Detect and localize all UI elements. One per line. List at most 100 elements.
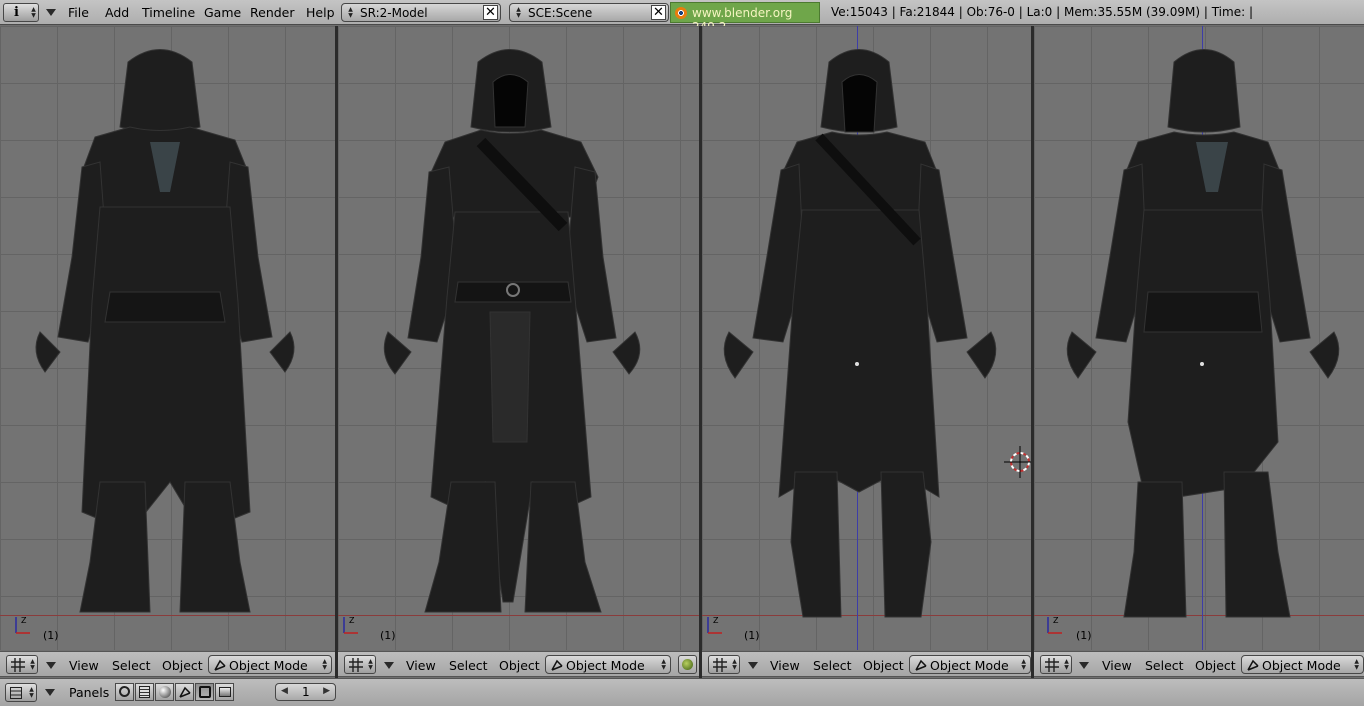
panels-menu[interactable]: Panels (69, 685, 109, 700)
up-down-arrows-icon: ▲ ▼ (732, 658, 737, 671)
context-editing-button[interactable] (195, 683, 214, 701)
svg-text:Z: Z (21, 616, 27, 625)
axis-gizmo: Z (15, 616, 30, 634)
collapse-menu-icon[interactable] (46, 9, 56, 16)
layers-button[interactable] (678, 655, 697, 674)
editor-type-button[interactable]: ▲ ▼ (5, 683, 37, 702)
viewport-1-header: ▲ ▼ View Select Object Object Mode ▲ ▼ (0, 651, 335, 677)
editor-type-button[interactable]: ▲ ▼ (344, 655, 376, 674)
viewport-3[interactable]: Z (1) (702, 26, 1031, 650)
up-down-arrows-icon: ▲ ▼ (661, 658, 666, 671)
context-object-button[interactable] (175, 683, 194, 701)
menu-select[interactable]: Select (1145, 658, 1184, 673)
character-model-female-front[interactable] (707, 42, 1017, 622)
mode-label[interactable]: Object Mode (566, 658, 645, 673)
axis-gizmo: Z (707, 616, 722, 634)
editor-type-button[interactable]: ▲ ▼ (1040, 655, 1072, 674)
up-down-arrows-icon: ▲ ▼ (29, 686, 34, 699)
editor-type-button[interactable]: i ▲ ▼ (3, 3, 39, 22)
object-mode-icon (915, 659, 927, 671)
context-shading-button[interactable] (155, 683, 174, 701)
context-logic-button[interactable] (115, 683, 134, 701)
logic-icon (119, 686, 130, 697)
menu-view[interactable]: View (406, 658, 436, 673)
character-model-female-back[interactable] (1046, 42, 1356, 622)
scene-stats: Ve:15043 | Fa:21844 | Ob:76-0 | La:0 | M… (831, 5, 1253, 19)
collapse-menu-icon[interactable] (748, 662, 758, 669)
menu-object[interactable]: Object (1195, 658, 1236, 673)
scene-browse-icon[interactable]: ▲ ▼ (515, 7, 522, 19)
menu-game[interactable]: Game (204, 5, 241, 20)
3d-cursor-icon[interactable] (1004, 446, 1031, 478)
frame-decrement-icon[interactable]: ◀ (281, 686, 288, 696)
viewport-4-header: ▲ ▼ View Select Object Object Mode ▲ ▼ (1034, 651, 1364, 677)
scene-delete-icon[interactable]: ✕ (651, 5, 666, 20)
3d-view-icon (11, 658, 25, 672)
object-mode-icon (551, 659, 563, 671)
collapse-menu-icon[interactable] (45, 689, 55, 696)
menu-render[interactable]: Render (250, 5, 295, 20)
context-script-button[interactable] (135, 683, 154, 701)
editor-type-button[interactable]: ▲ ▼ (6, 655, 38, 674)
menu-object[interactable]: Object (499, 658, 540, 673)
menu-select[interactable]: Select (449, 658, 488, 673)
shading-icon (159, 686, 171, 698)
viewport-1[interactable]: Z (1) (0, 26, 335, 650)
mode-selector[interactable]: Object Mode ▲ ▼ (909, 655, 1031, 674)
up-down-arrows-icon: ▲ ▼ (1354, 658, 1359, 671)
context-scene-button[interactable] (215, 683, 234, 701)
frame-increment-icon[interactable]: ▶ (323, 686, 330, 696)
menu-add[interactable]: Add (105, 5, 129, 20)
object-origin (855, 362, 859, 366)
object-mode-icon (1247, 659, 1259, 671)
menu-object[interactable]: Object (162, 658, 203, 673)
mode-selector[interactable]: Object Mode ▲ ▼ (208, 655, 332, 674)
viewport-4[interactable]: Z (1) (1034, 26, 1364, 650)
screen-delete-icon[interactable]: ✕ (483, 5, 498, 20)
menu-select[interactable]: Select (112, 658, 151, 673)
scene-selector[interactable]: ▲ ▼ SCE:Scene ✕ (509, 3, 669, 22)
mode-label[interactable]: Object Mode (1262, 658, 1341, 673)
mode-selector[interactable]: Object Mode ▲ ▼ (545, 655, 671, 674)
shading-sphere-icon (682, 659, 693, 670)
current-frame-value[interactable]: 1 (302, 685, 310, 699)
current-frame-field[interactable]: ◀ 1 ▶ (275, 683, 336, 701)
frame-indicator: (1) (43, 629, 59, 642)
character-model-back[interactable] (10, 42, 320, 622)
menu-view[interactable]: View (69, 658, 99, 673)
menu-view[interactable]: View (1102, 658, 1132, 673)
up-down-arrows-icon: ▲ ▼ (322, 658, 327, 671)
svg-text:Z: Z (1053, 616, 1059, 625)
editor-type-button[interactable]: ▲ ▼ (708, 655, 740, 674)
frame-indicator: (1) (380, 629, 396, 642)
mode-selector[interactable]: Object Mode ▲ ▼ (1241, 655, 1364, 674)
menu-file[interactable]: File (68, 5, 89, 20)
screen-browse-icon[interactable]: ▲ ▼ (347, 7, 354, 19)
website-link[interactable]: www.blender.org 249.2 (670, 2, 820, 34)
character-model-front[interactable] (363, 42, 673, 622)
mode-label[interactable]: Object Mode (229, 658, 308, 673)
screen-name[interactable]: SR:2-Model (360, 6, 428, 20)
menu-view[interactable]: View (770, 658, 800, 673)
menu-object[interactable]: Object (863, 658, 904, 673)
up-down-arrows-icon: ▲ ▼ (30, 658, 35, 671)
info-header: i ▲ ▼ File Add Timeline Game Render Help … (0, 0, 1364, 34)
frame-indicator: (1) (1076, 629, 1092, 642)
menu-select[interactable]: Select (813, 658, 852, 673)
collapse-menu-icon[interactable] (46, 662, 56, 669)
3d-view-icon (349, 658, 363, 672)
menu-timeline[interactable]: Timeline (142, 5, 195, 20)
axis-gizmo: Z (343, 616, 358, 634)
scene-name[interactable]: SCE:Scene (528, 6, 592, 20)
viewport-3-header: ▲ ▼ View Select Object Object Mode ▲ ▼ (702, 651, 1031, 677)
mode-label[interactable]: Object Mode (930, 658, 1009, 673)
viewport-2-header: ▲ ▼ View Select Object Object Mode ▲ ▼ (338, 651, 699, 677)
svg-text:Z: Z (713, 616, 719, 625)
up-down-arrows-icon: ▲ ▼ (1064, 658, 1069, 671)
viewport-2[interactable]: Z (1) (338, 26, 699, 650)
collapse-menu-icon[interactable] (1079, 662, 1089, 669)
object-origin (1200, 362, 1204, 366)
collapse-menu-icon[interactable] (384, 662, 394, 669)
menu-help[interactable]: Help (306, 5, 335, 20)
screen-selector[interactable]: ▲ ▼ SR:2-Model ✕ (341, 3, 501, 22)
